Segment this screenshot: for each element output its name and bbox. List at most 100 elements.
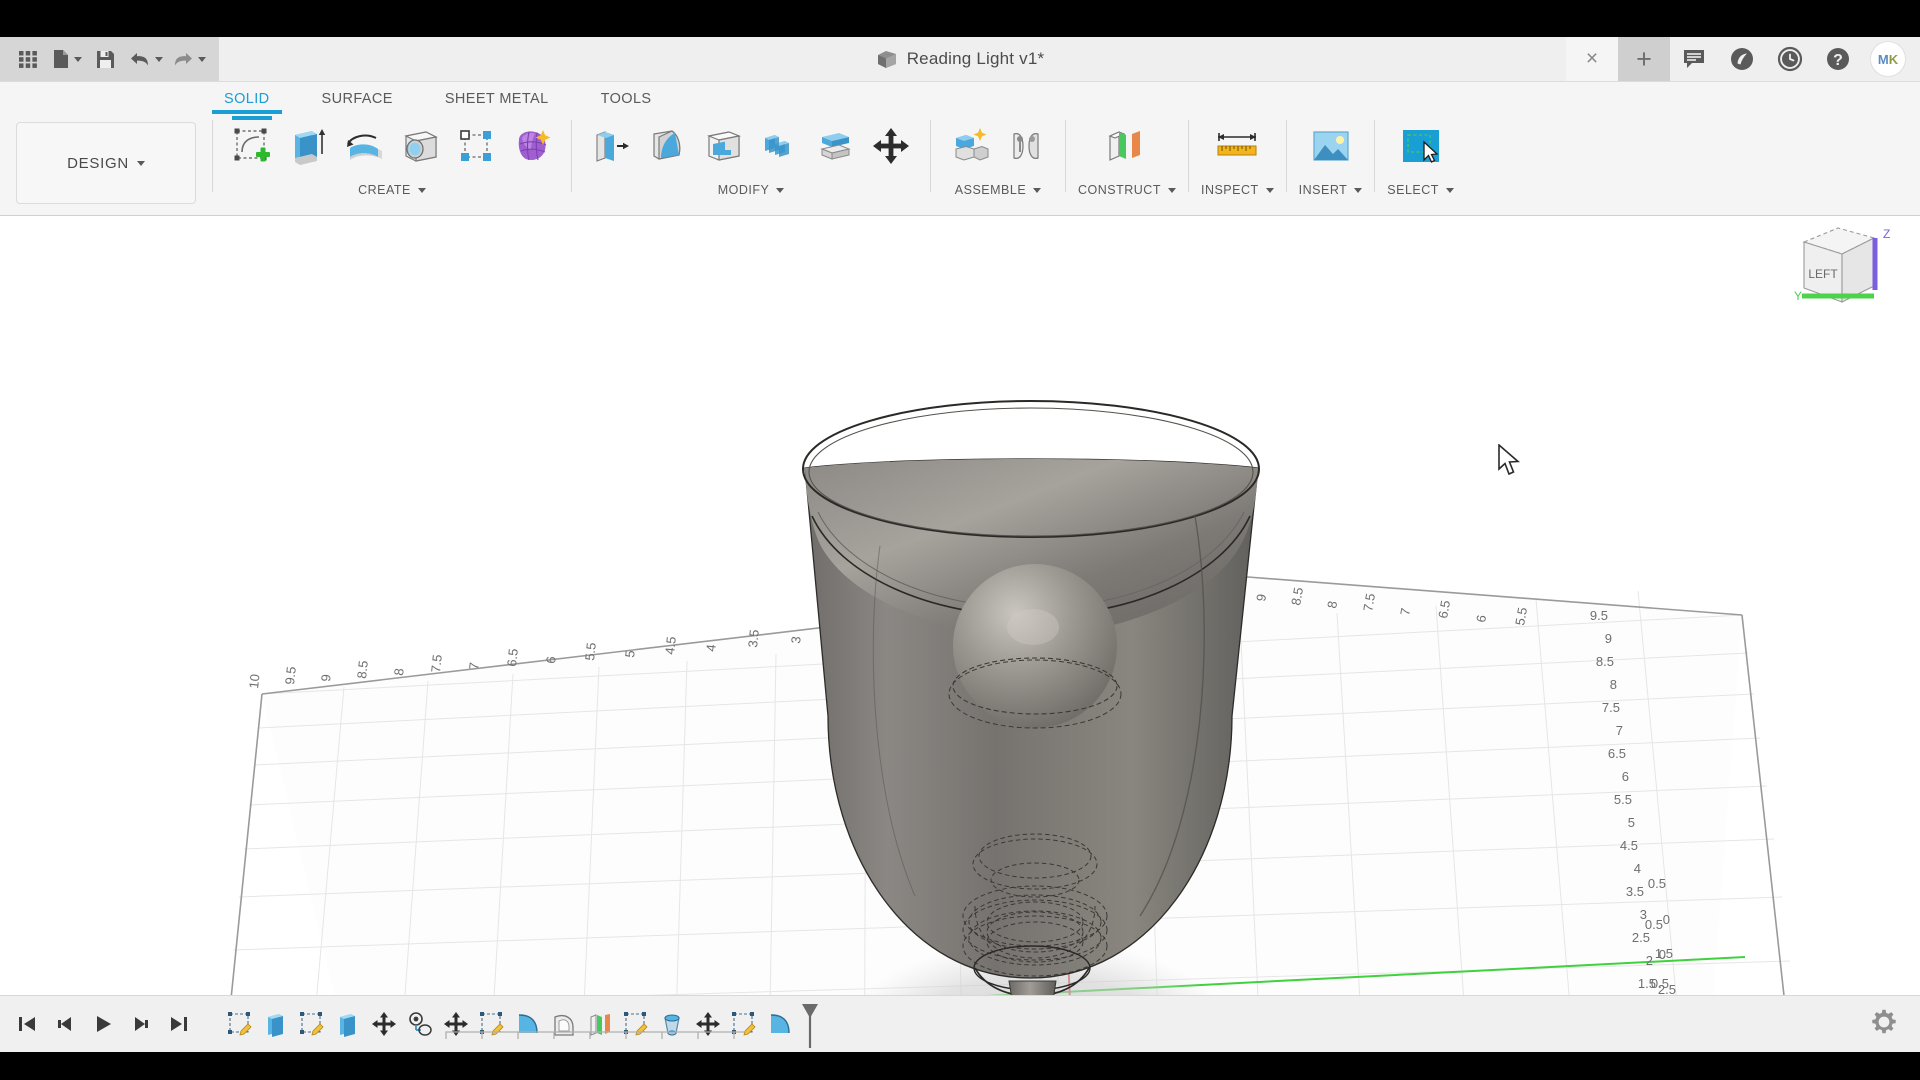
- timeline-play[interactable]: [86, 1005, 120, 1043]
- svg-text:4: 4: [1634, 861, 1641, 876]
- undo-button[interactable]: [125, 42, 166, 76]
- help-icon: ?: [1825, 46, 1851, 72]
- pattern-icon: [454, 124, 498, 168]
- ribbon-group-select: SELECT: [1381, 114, 1460, 197]
- press-pull-button[interactable]: [584, 120, 638, 182]
- timeline-step-forward[interactable]: [124, 1005, 158, 1043]
- ribbon-group-create: CREATE: [219, 114, 565, 197]
- extrude-button[interactable]: [281, 120, 335, 182]
- new-component-button[interactable]: [943, 120, 997, 182]
- timeline-step-back[interactable]: [48, 1005, 82, 1043]
- tab-sheet-metal[interactable]: SHEET METAL: [419, 82, 575, 114]
- svg-text:5.5: 5.5: [1512, 606, 1530, 626]
- svg-text:0.5: 0.5: [1648, 876, 1666, 891]
- timeline-feature-sketch-4[interactable]: [618, 1004, 654, 1044]
- redo-button[interactable]: [168, 42, 209, 76]
- skip-start-icon: [16, 1013, 38, 1035]
- tab-tools[interactable]: TOOLS: [575, 82, 678, 114]
- new-tab-button[interactable]: +: [1618, 37, 1670, 81]
- title-bar-right-controls: × +: [1566, 37, 1920, 81]
- job-status-button[interactable]: [1718, 37, 1766, 81]
- move-copy-button[interactable]: [864, 120, 918, 182]
- shell-button[interactable]: [696, 120, 750, 182]
- file-menu-button[interactable]: [48, 42, 85, 76]
- app-grid-button[interactable]: [10, 42, 46, 76]
- workspace-selector[interactable]: DESIGN: [16, 122, 196, 204]
- close-tab-button[interactable]: ×: [1566, 37, 1618, 81]
- hole-button[interactable]: [393, 120, 447, 182]
- skip-end-icon: [168, 1013, 190, 1035]
- svg-text:8.5: 8.5: [1288, 586, 1306, 606]
- timeline-feature-shell-1[interactable]: [546, 1004, 582, 1044]
- ribbon-group-label-insert[interactable]: INSERT: [1299, 183, 1363, 197]
- comments-button[interactable]: [1670, 37, 1718, 81]
- offset-face-button[interactable]: [808, 120, 862, 182]
- timeline-feature-revolve-2[interactable]: [330, 1004, 366, 1044]
- fillet-icon: [513, 1009, 543, 1039]
- user-avatar[interactable]: MK: [1870, 41, 1906, 77]
- ribbon-group-label-inspect[interactable]: INSPECT: [1201, 183, 1274, 197]
- revolve-button[interactable]: [337, 120, 391, 182]
- ribbon-group-label-select[interactable]: SELECT: [1387, 183, 1454, 197]
- timeline-marker[interactable]: [800, 1002, 820, 1046]
- insert-image-button[interactable]: [1299, 120, 1361, 182]
- ribbon-divider: [1065, 120, 1066, 192]
- create-form-button[interactable]: [505, 120, 559, 182]
- help-button[interactable]: ?: [1814, 37, 1862, 81]
- select-button[interactable]: [1390, 120, 1452, 182]
- extrude-icon: [261, 1009, 291, 1039]
- construct-plane-icon: [585, 1009, 615, 1039]
- grid-icon: [17, 48, 39, 70]
- timeline-feature-loft-1[interactable]: [654, 1004, 690, 1044]
- svg-text:2.5: 2.5: [1632, 930, 1650, 945]
- gear-icon: [1870, 1008, 1898, 1036]
- ribbon-group-label-create[interactable]: CREATE: [358, 183, 426, 197]
- timeline-feature-move-2[interactable]: [438, 1004, 474, 1044]
- svg-text:5.5: 5.5: [1614, 792, 1632, 807]
- timeline-feature-move-3[interactable]: [690, 1004, 726, 1044]
- measure-button[interactable]: [1204, 120, 1270, 182]
- job-status-icon: [1729, 46, 1755, 72]
- construct-plane-button[interactable]: [1094, 120, 1160, 182]
- timeline-feature-move-1[interactable]: [366, 1004, 402, 1044]
- timeline-feature-sketch-5[interactable]: [726, 1004, 762, 1044]
- ribbon-group-label-assemble[interactable]: ASSEMBLE: [955, 183, 1041, 197]
- pattern-button[interactable]: [449, 120, 503, 182]
- svg-text:8: 8: [1610, 677, 1617, 692]
- fillet-button[interactable]: [640, 120, 694, 182]
- ribbon-group-label-construct[interactable]: CONSTRUCT: [1078, 183, 1176, 197]
- timeline-feature-fillet-1[interactable]: [510, 1004, 546, 1044]
- svg-text:6.5: 6.5: [1435, 599, 1453, 619]
- timeline-feature-sketch-2[interactable]: [294, 1004, 330, 1044]
- ribbon-group-label-modify[interactable]: MODIFY: [718, 183, 785, 197]
- recent-activity-button[interactable]: [1766, 37, 1814, 81]
- file-icon: [51, 48, 71, 70]
- timeline-feature-fillet-2[interactable]: [762, 1004, 798, 1044]
- workspace-selector-label: DESIGN: [67, 155, 129, 172]
- timeline-feature-sketch-3[interactable]: [474, 1004, 510, 1044]
- tab-surface[interactable]: SURFACE: [296, 82, 419, 114]
- joint-button[interactable]: [999, 120, 1053, 182]
- timeline-feature-sketch-1[interactable]: [222, 1004, 258, 1044]
- combine-button[interactable]: [752, 120, 806, 182]
- timeline-go-start[interactable]: [10, 1005, 44, 1043]
- ribbon-group-inspect: INSPECT: [1195, 114, 1280, 197]
- fillet-icon: [765, 1009, 795, 1039]
- svg-text:5.5: 5.5: [582, 642, 599, 662]
- save-button[interactable]: [87, 42, 123, 76]
- timeline-feature-thread-1[interactable]: [402, 1004, 438, 1044]
- play-icon: [92, 1013, 114, 1035]
- ribbon-group-modify: MODIFY: [578, 114, 924, 197]
- shell-icon: [549, 1009, 579, 1039]
- timeline-go-end[interactable]: [162, 1005, 196, 1043]
- timeline-bar: [0, 995, 1920, 1052]
- view-cube[interactable]: LEFT Z Y: [1782, 216, 1902, 326]
- timeline-settings-button[interactable]: [1870, 1008, 1898, 1041]
- timeline-feature-appearance-1[interactable]: [582, 1004, 618, 1044]
- tab-solid[interactable]: SOLID: [198, 82, 296, 114]
- timeline-feature-revolve-1[interactable]: [258, 1004, 294, 1044]
- create-sketch-button[interactable]: [225, 120, 279, 182]
- chevron-down-icon: [418, 188, 426, 193]
- svg-text:?: ?: [1833, 52, 1843, 69]
- viewport-3d[interactable]: 10 9.5 9 8.5 8 7.5 7 6.5 6 5.5 5 4.5 4 3…: [0, 216, 1920, 995]
